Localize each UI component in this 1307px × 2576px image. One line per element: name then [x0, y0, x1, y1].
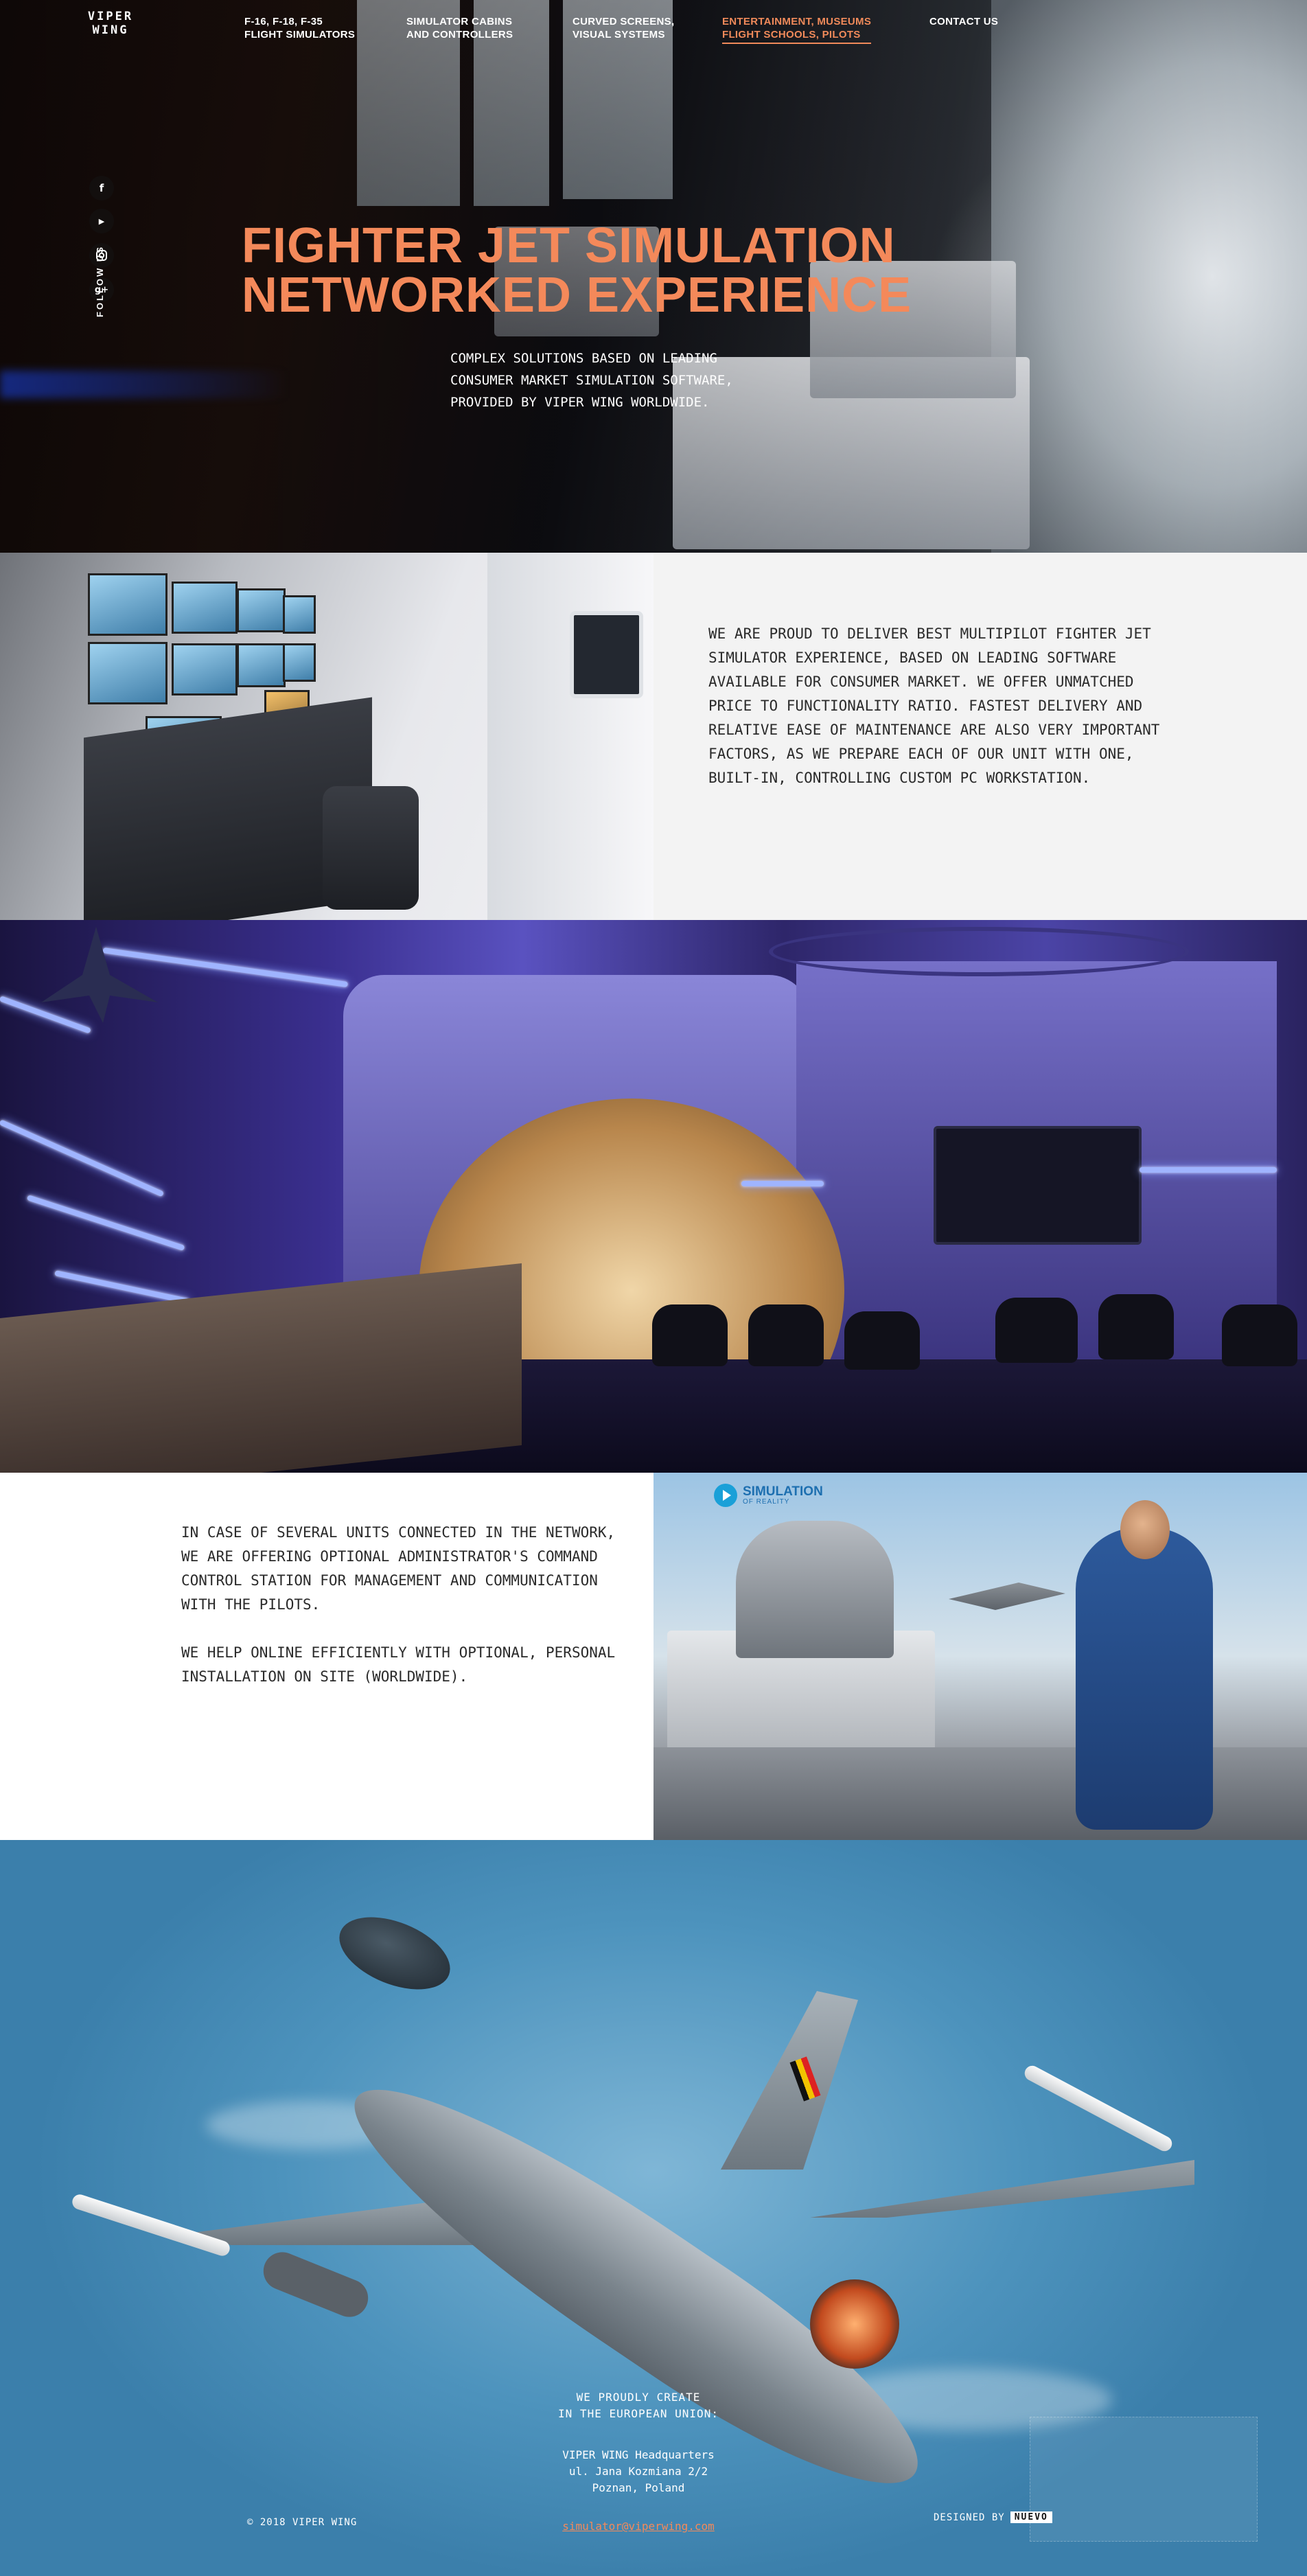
address-line-3: Poznan, Poland [592, 2481, 685, 2494]
nav-item-curved-screens[interactable]: CURVED SCREENS, VISUAL SYSTEMS [572, 15, 674, 41]
neon-stripe [26, 1195, 185, 1251]
play-circle-icon [714, 1484, 737, 1507]
logo-line-2: WING [92, 23, 129, 37]
hero-section: VIPER WING F-16, F-18, F-35 FLIGHT SIMUL… [0, 0, 1307, 553]
nav-label-line-1: F-16, F-18, F-35 [244, 16, 323, 27]
monitor [237, 643, 286, 687]
nav-item-contact-us[interactable]: CONTACT US [929, 15, 998, 28]
headquarters-address: VIPER WING Headquarters ul. Jana Kozmian… [535, 2447, 741, 2496]
lounge-chair [1222, 1304, 1297, 1366]
nav-label-line-1: SIMULATOR CABINS [406, 16, 513, 27]
hero-title-line-2: NETWORKED EXPERIENCE [242, 268, 912, 323]
lounge-chair [652, 1304, 728, 1366]
designer-logo: NUEVO [1010, 2511, 1052, 2523]
eu-tagline-line-1: WE PROUDLY CREATE [576, 2391, 701, 2404]
eu-tagline-line-2: IN THE EUROPEAN UNION: [558, 2407, 719, 2420]
neon-stripe [741, 1181, 824, 1186]
address-line-1: VIPER WING Headquarters [562, 2448, 715, 2461]
hero-subtitle-line-3: PROVIDED BY VIPER WING WORLDWIDE. [450, 395, 710, 410]
monitor [172, 582, 238, 634]
neon-stripe [0, 1119, 165, 1197]
tail-fin [721, 1991, 858, 2170]
nav-label-line-2: VISUAL SYSTEMS [572, 29, 665, 41]
jet-model-decoration [41, 927, 158, 1023]
monitor [172, 643, 238, 695]
nav-item-simulator-cabins[interactable]: SIMULATOR CABINS AND CONTROLLERS [406, 15, 513, 41]
fuel-tank [257, 2246, 374, 2323]
youtube-icon[interactable]: ▶ [89, 209, 114, 233]
neon-stripe [1140, 1167, 1277, 1173]
monitor [88, 642, 167, 704]
nav-label-line-1: ENTERTAINMENT, MUSEUMS [722, 16, 872, 27]
glass-wall [487, 553, 654, 920]
hero-title-line-1: FIGHTER JET SIMULATION [242, 218, 896, 273]
nav-item-entertainment[interactable]: ENTERTAINMENT, MUSEUMS FLIGHT SCHOOLS, P… [722, 15, 872, 44]
workstation-description: WE ARE PROUD TO DELIVER BEST MULTIPILOT … [708, 625, 1160, 786]
copyright: © 2018 VIPER WING [247, 2517, 358, 2528]
missile [70, 2192, 232, 2258]
designed-by-label: DESIGNED BY [934, 2511, 1005, 2523]
network-text-panel: IN CASE OF SEVERAL UNITS CONNECTED IN TH… [0, 1473, 654, 1840]
monitor [237, 588, 286, 632]
pilot-photo: SIMULATION OF REALITY [654, 1473, 1307, 1840]
network-section: IN CASE OF SEVERAL UNITS CONNECTED IN TH… [0, 1473, 1307, 1840]
pilot-figure [1076, 1528, 1213, 1830]
missile [1021, 2062, 1175, 2154]
simulation-of-reality-logo: SIMULATION OF REALITY [714, 1484, 823, 1507]
workstation-text-panel: WE ARE PROUD TO DELIVER BEST MULTIPILOT … [654, 553, 1307, 920]
chair [323, 786, 419, 910]
monitor [283, 595, 316, 634]
follow-us-label: FOLLOW US [95, 245, 105, 317]
cockpit-window [570, 611, 643, 698]
sim-cockpit-canopy [736, 1521, 894, 1658]
hero-title: FIGHTER JET SIMULATION NETWORKED EXPERIE… [242, 221, 912, 320]
lounge-chair [995, 1298, 1078, 1363]
hero-subtitle-line-1: COMPLEX SOLUTIONS BASED ON LEADING [450, 351, 717, 366]
chat-widget-placeholder[interactable] [1030, 2417, 1258, 2542]
neon-stripe [54, 1270, 190, 1304]
eu-tagline: WE PROUDLY CREATE IN THE EUROPEAN UNION: [535, 2389, 741, 2422]
sim-logo-subtitle: OF REALITY [743, 1497, 790, 1506]
background-jet [949, 1583, 1065, 1610]
designed-by[interactable]: DESIGNED BY NUEVO [934, 2511, 1052, 2523]
jet-afterburner [810, 2279, 899, 2369]
right-wing [810, 2160, 1194, 2218]
nav-label-line-2: FLIGHT SIMULATORS [244, 29, 356, 41]
hero-subtitle: COMPLEX SOLUTIONS BASED ON LEADING CONSU… [450, 347, 807, 413]
logo-line-1: VIPER [87, 10, 134, 23]
lounge-chair [1098, 1294, 1174, 1359]
reception-desk [0, 1263, 522, 1473]
nav-label-line-2: FLIGHT SCHOOLS, PILOTS [722, 29, 861, 41]
ceiling-ring [769, 927, 1189, 976]
hero-subtitle-line-2: CONSUMER MARKET SIMULATION SOFTWARE, [450, 373, 733, 388]
installation-description: WE HELP ONLINE EFFICIENTLY WITH OPTIONAL… [181, 1644, 616, 1685]
workstation-section: WE ARE PROUD TO DELIVER BEST MULTIPILOT … [0, 553, 1307, 920]
showroom-section [0, 920, 1307, 1473]
monitor [88, 573, 167, 636]
nav-label-line-2: AND CONTROLLERS [406, 29, 513, 41]
sim-logo-title: SIMULATION [743, 1484, 823, 1499]
monitor [283, 643, 316, 682]
nav-item-flight-simulators[interactable]: F-16, F-18, F-35 FLIGHT SIMULATORS [244, 15, 355, 41]
address-line-2: ul. Jana Kozmiana 2/2 [568, 2465, 708, 2478]
nav-label-line-1: CURVED SCREENS, [572, 16, 675, 27]
workstation-photo [0, 553, 654, 920]
network-description: IN CASE OF SEVERAL UNITS CONNECTED IN TH… [181, 1524, 616, 1613]
site-logo[interactable]: VIPER WING [80, 10, 141, 37]
jet-canopy [329, 1902, 461, 2004]
lounge-chair [748, 1304, 824, 1366]
pilot-head [1120, 1500, 1170, 1559]
facebook-icon[interactable]: f [89, 176, 114, 200]
contact-email-link[interactable]: simulator@viperwing.com [535, 2520, 741, 2533]
showroom-tv [934, 1126, 1142, 1245]
lounge-chair [844, 1311, 920, 1370]
nav-label-line-1: CONTACT US [929, 16, 999, 27]
